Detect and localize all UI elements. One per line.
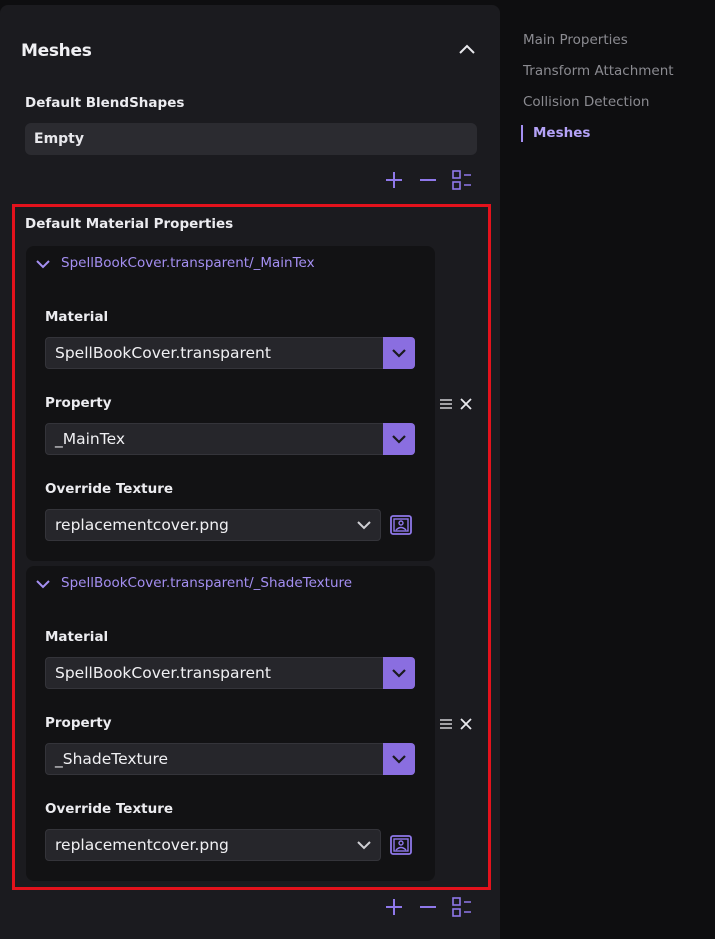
highlight-box — [12, 204, 491, 890]
nav-item-main-properties[interactable]: Main Properties — [523, 32, 628, 48]
blendshapes-empty-field: Empty — [25, 123, 477, 155]
collapse-button[interactable] — [455, 38, 479, 62]
nav-item-collision-detection[interactable]: Collision Detection — [523, 94, 649, 110]
minus-icon — [420, 906, 436, 908]
nav-active-indicator — [521, 125, 523, 142]
plus-icon — [386, 172, 402, 188]
remove-blendshape-button[interactable] — [416, 168, 440, 192]
plus-icon — [386, 899, 402, 915]
materials-toolbar — [382, 895, 478, 919]
nav-item-transform-attachment[interactable]: Transform Attachment — [523, 63, 674, 79]
add-material-property-button[interactable] — [382, 895, 406, 919]
nav-item-meshes[interactable]: Meshes — [533, 125, 590, 141]
minus-icon — [420, 179, 436, 181]
blendshape-layout-button[interactable] — [450, 168, 474, 192]
material-layout-button[interactable] — [450, 895, 474, 919]
chevron-up-icon — [459, 44, 475, 54]
add-blendshape-button[interactable] — [382, 168, 406, 192]
blendshapes-label: Default BlendShapes — [25, 95, 185, 111]
blendshapes-toolbar — [382, 168, 478, 192]
remove-material-property-button[interactable] — [416, 895, 440, 919]
panel-title: Meshes — [21, 41, 92, 61]
grid-icon — [452, 170, 471, 190]
grid-icon — [452, 897, 471, 917]
